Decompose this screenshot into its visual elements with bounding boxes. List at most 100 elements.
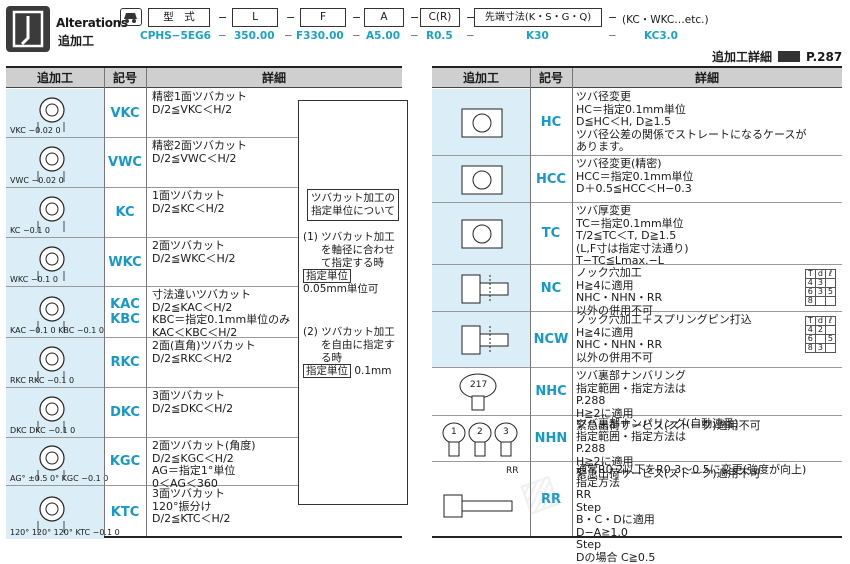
code-separator: −: [218, 11, 227, 24]
code-separator: −: [410, 30, 419, 42]
detail-line: あります。: [576, 141, 806, 154]
detail-page: P.287: [806, 50, 842, 64]
detail-line: 以外の併用不可: [576, 352, 752, 365]
right-table-body: HCツバ径変更HC＝指定0.1mm単位D≦HC＜H, D≧1.5ツバ径公差の関係…: [432, 89, 842, 536]
detail-line: KBC＝指定0.1mm単位のみ: [152, 314, 290, 327]
figure-dimension-label: VKC −0.02 0: [10, 126, 61, 135]
detail-line: D≦HC＜H, D≧1.5: [576, 116, 806, 129]
detail-line: 1面ツバカット: [152, 190, 225, 203]
note-p2-line: を自由に指定す: [303, 339, 407, 352]
alteration-detail: 2面(直角)ツバカットD/2≦RKC＜H/2: [152, 340, 256, 365]
detail-line: P.288: [576, 443, 761, 456]
detail-line: 3面ツバカット: [152, 488, 230, 501]
detail-line: 2面ツバカット: [152, 240, 236, 253]
mini-table-header: ℓ: [825, 270, 835, 279]
code-field-label-c: C(R): [420, 8, 460, 27]
mini-table-cell: 2: [815, 326, 825, 335]
alteration-detail: ノック穴加工＋スプリングピン打込H≧4に適用NHC・NHN・RR以外の併用不可: [576, 314, 752, 364]
detail-line: ノック穴加工: [576, 267, 662, 280]
knock-hole-size-table: Tdℓ426583: [805, 316, 836, 353]
left-alterations-table: 追加工 記号 詳細 VKC −0.02 0VKC精密1面ツバカットD/2≦VKC…: [6, 66, 402, 538]
detail-line: D/2≦VKC＜H/2: [152, 104, 247, 117]
alteration-detail: 精密1面ツバカットD/2≦VKC＜H/2: [152, 91, 247, 116]
alteration-figure: DKC DKC −0.1 0: [6, 388, 104, 437]
code-separator: −: [286, 11, 295, 24]
figure-dimension-label: DKC DKC −0.1 0: [10, 426, 75, 435]
alteration-figure: [432, 156, 530, 202]
alteration-code: HCC: [530, 156, 572, 202]
alteration-detail: 2面ツバカットD/2≦WKC＜H/2: [152, 240, 236, 265]
note-title-line: 指定単位について: [308, 205, 398, 218]
code-value-c: R0.5: [426, 30, 453, 42]
figure-label: 3: [503, 427, 509, 437]
note-p2-unit: 0.1mm: [354, 365, 391, 377]
alteration-detail: 1面ツバカットD/2≦KC＜H/2: [152, 190, 225, 215]
detail-line: 3面ツバカット: [152, 390, 233, 403]
mini-table-cell: 3: [815, 288, 825, 297]
detail-line: 指定方法: [576, 477, 806, 490]
right-alterations-table: 追加工 記号 詳細 HCツバ径変更HC＝指定0.1mm単位D≦HC＜H, D≧1…: [432, 66, 842, 538]
alteration-figure: VWC −0.02 0: [6, 138, 104, 187]
alteration-detail: 3面ツバカットD/2≦DKC＜H/2: [152, 390, 233, 415]
detail-line: Step: [576, 539, 806, 552]
detail-line: P.288: [576, 395, 761, 408]
detail-line: 通常R0.2以下をR0.3〜0.5に変更(強度が向上): [576, 464, 806, 477]
alteration-code: DKC: [104, 388, 146, 437]
note-title-line: ツバカット加工の: [308, 192, 398, 205]
detail-line: D/2≦DKC＜H/2: [152, 403, 233, 416]
table-row: NCWノック穴加工＋スプリングピン打込H≧4に適用NHC・NHN・RR以外の併用…: [432, 312, 842, 368]
alterations-icon: [6, 6, 50, 52]
alteration-figure: WKC −0.1 0: [6, 238, 104, 286]
alteration-detail: ノック穴加工H≧4に適用NHC・NHN・RR以外の併用不可: [576, 267, 662, 317]
alteration-detail: ツバ径変更HC＝指定0.1mm単位D≦HC＜H, D≧1.5ツバ径公差の関係でス…: [576, 91, 806, 154]
mini-table-cell: 3: [815, 344, 825, 353]
table-row: 123NHNツバ裏部ナンバリング(自動連番)指定範囲・指定方法はP.288H≧2…: [432, 416, 842, 462]
code-value-a: A5.00: [366, 30, 400, 42]
code-separator: −: [466, 30, 475, 42]
figure-dimension-label: KAC −0.1 0 KBC −0.1 0: [10, 326, 104, 335]
alteration-figure: RR: [432, 462, 530, 536]
alteration-figure: [432, 312, 530, 367]
detail-line: 精密2面ツバカット: [152, 140, 247, 153]
detail-line: Dの場合 C≧0.5: [576, 552, 806, 564]
alteration-figure: 120° 120° 120° KTC −0.1 0: [6, 486, 104, 539]
code-separator: −: [218, 30, 227, 42]
figure-dimension-label: WKC −0.1 0: [10, 275, 58, 284]
alteration-figure: 123: [432, 416, 530, 461]
code-value-l: 350.00: [234, 30, 275, 42]
alteration-code: HC: [530, 89, 572, 155]
code-value-extra: KC3.0: [644, 30, 678, 42]
alteration-detail: 通常R0.2以下をR0.3〜0.5に変更(強度が向上)指定方法RRStepB・C…: [576, 464, 806, 564]
alteration-figure: [432, 89, 530, 155]
alteration-code: RKC: [104, 338, 146, 387]
code-value-tip: K30: [526, 30, 549, 42]
code-separator: −: [284, 30, 293, 42]
alteration-code: NHN: [530, 416, 572, 461]
table-row: RRRR通常R0.2以下をR0.3〜0.5に変更(強度が向上)指定方法RRSte…: [432, 462, 842, 536]
alteration-figure: VKC −0.02 0: [6, 89, 104, 137]
alteration-figure: [432, 203, 530, 264]
detail-line: ツバ厚変更: [576, 205, 689, 218]
alteration-code: VWC: [104, 138, 146, 187]
detail-reference: 追加工詳細 P.287: [712, 48, 842, 65]
code-separator: −: [410, 11, 419, 24]
alteration-detail: 3面ツバカット120°振分けD/2≦KTC＜H/2: [152, 488, 230, 526]
table-row: HCCツバ径変更(精密)HCC＝指定0.1mm単位D＋0.5≦HCC＜H−0.3: [432, 156, 842, 203]
alteration-detail: ツバ径変更(精密)HCC＝指定0.1mm単位D＋0.5≦HCC＜H−0.3: [576, 158, 694, 196]
mini-table-cell: [825, 297, 835, 306]
detail-line: AG＝指定1°単位: [152, 465, 256, 478]
figure-dimension-label: RKC RKC −0.1 0: [10, 376, 74, 385]
mini-table-cell: [815, 297, 825, 306]
mini-table-cell: 8: [805, 344, 815, 353]
alteration-figure: [432, 265, 530, 311]
figure-label: RR: [506, 466, 519, 476]
detail-line: 2面(直角)ツバカット: [152, 340, 256, 353]
detail-line: ツバ裏部ナンバリング(自動連番): [576, 418, 761, 431]
detail-line: NHC・NHN・RR: [576, 292, 662, 305]
table-row: 217NHCツバ裏部ナンバリング指定範囲・指定方法はP.288H≧2に適用緊急出…: [432, 368, 842, 416]
page-reference-icon: [778, 51, 800, 62]
code-separator: −: [608, 11, 617, 24]
alteration-code: VKC: [104, 89, 146, 137]
code-separator: −: [352, 11, 361, 24]
mini-table-cell: 5: [825, 335, 835, 344]
